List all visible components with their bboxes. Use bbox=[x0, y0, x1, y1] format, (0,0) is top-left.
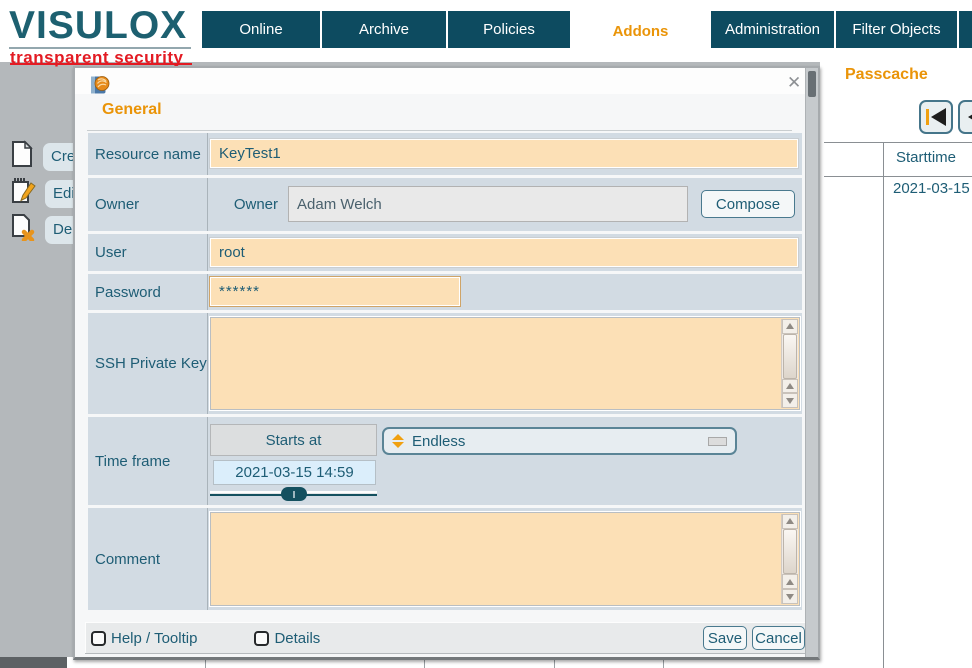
row-comment: Comment bbox=[88, 508, 802, 610]
scroll-up-button[interactable] bbox=[782, 514, 798, 529]
resource-dialog: ✕ General Resource name KeyTest1 Owner O… bbox=[73, 66, 820, 660]
scrollbar-thumb[interactable] bbox=[783, 334, 797, 379]
dialog-titlebar bbox=[75, 68, 818, 94]
resource-name-label: Resource name bbox=[88, 133, 208, 175]
comment-textarea[interactable] bbox=[210, 512, 800, 606]
endless-dropdown[interactable]: Endless bbox=[382, 427, 737, 455]
cancel-button[interactable]: Cancel bbox=[752, 626, 805, 650]
textarea-scrollbar[interactable] bbox=[781, 319, 798, 408]
row-owner: Owner Owner Adam Welch Compose bbox=[88, 178, 802, 231]
resource-name-input[interactable]: KeyTest1 bbox=[210, 139, 798, 168]
time-frame-label: Time frame bbox=[88, 417, 208, 505]
scroll-down-button[interactable] bbox=[782, 393, 798, 408]
first-page-button[interactable] bbox=[919, 100, 953, 134]
arrow-up-icon bbox=[786, 579, 794, 585]
details-label: Details bbox=[274, 630, 320, 647]
scroll-up-button[interactable] bbox=[782, 379, 798, 394]
dialog-footer: Help / Tooltip Details Save Cancel bbox=[85, 622, 807, 653]
column-header-starttime[interactable]: Starttime bbox=[896, 149, 956, 166]
scroll-up-button[interactable] bbox=[782, 574, 798, 589]
tab-policies[interactable]: Policies bbox=[448, 11, 570, 48]
owner-label: Owner bbox=[88, 178, 208, 231]
row-resource-name: Resource name KeyTest1 bbox=[88, 133, 802, 175]
owner-field[interactable]: Adam Welch bbox=[288, 186, 688, 222]
tab-addons[interactable]: Addons bbox=[572, 11, 709, 52]
dialog-scrollbar[interactable] bbox=[805, 68, 818, 657]
tab-archive[interactable]: Archive bbox=[322, 11, 446, 48]
edit-document-icon bbox=[10, 177, 36, 210]
user-input[interactable]: root bbox=[210, 238, 798, 267]
scroll-down-button[interactable] bbox=[782, 589, 798, 604]
tagline-underline bbox=[10, 63, 192, 65]
tab-online[interactable]: Online bbox=[202, 11, 320, 48]
arrow-down-icon bbox=[786, 594, 794, 600]
passcache-key-icon bbox=[89, 74, 111, 101]
delete-document-icon bbox=[10, 213, 36, 246]
arrow-up-icon bbox=[786, 518, 794, 524]
starts-at-button[interactable]: Starts at bbox=[210, 424, 377, 456]
dialog-scrollbar-thumb[interactable] bbox=[808, 71, 816, 97]
brand-tagline: transparent security bbox=[10, 48, 183, 68]
start-datetime-field[interactable]: 2021-03-15 14:59 bbox=[213, 460, 376, 485]
dialog-section-title: General bbox=[102, 101, 162, 119]
arrow-left-icon bbox=[931, 108, 946, 126]
arrow-up-icon bbox=[786, 383, 794, 389]
password-input[interactable]: ****** bbox=[210, 277, 460, 306]
row-ssh-private-key: SSH Private Key bbox=[88, 313, 802, 414]
row-user: User root bbox=[88, 234, 802, 271]
arrow-up-icon bbox=[786, 323, 794, 329]
close-icon[interactable]: ✕ bbox=[787, 73, 801, 93]
time-slider-thumb[interactable] bbox=[281, 487, 307, 501]
scroll-up-button[interactable] bbox=[782, 319, 798, 334]
table-cell-starttime: 2021-03-15 1 bbox=[893, 180, 972, 197]
tab-administration[interactable]: Administration bbox=[711, 11, 834, 48]
page-title: Passcache bbox=[845, 66, 928, 84]
comment-label: Comment bbox=[88, 508, 208, 610]
user-label: User bbox=[88, 234, 208, 271]
tab-partial[interactable] bbox=[959, 11, 972, 48]
dialog-separator bbox=[87, 130, 792, 131]
save-button[interactable]: Save bbox=[703, 626, 747, 650]
details-checkbox[interactable] bbox=[254, 631, 269, 646]
sort-diamond-icon bbox=[392, 434, 404, 448]
app-header: VISULOX transparent security Online Arch… bbox=[0, 0, 972, 62]
row-password: Password ****** bbox=[88, 274, 802, 310]
help-tooltip-label: Help / Tooltip bbox=[111, 630, 197, 647]
row-time-frame: Time frame Starts at Endless 2021-03-15 … bbox=[88, 417, 802, 505]
endless-dropdown-value: Endless bbox=[412, 433, 465, 450]
arrow-down-icon bbox=[786, 398, 794, 404]
ssh-private-key-label: SSH Private Key bbox=[88, 313, 208, 414]
arrow-left-icon bbox=[968, 108, 972, 126]
table-border bbox=[824, 176, 972, 177]
table-column-divider bbox=[883, 142, 884, 668]
owner-inner-label: Owner bbox=[216, 178, 278, 231]
brand-logo: VISULOX bbox=[9, 4, 187, 48]
textarea-scrollbar[interactable] bbox=[781, 514, 798, 604]
dropdown-grip[interactable] bbox=[708, 437, 727, 446]
password-label: Password bbox=[88, 274, 208, 310]
new-document-icon bbox=[10, 140, 34, 173]
scrollbar-thumb[interactable] bbox=[783, 529, 797, 574]
app-window: VISULOX transparent security Online Arch… bbox=[0, 0, 972, 668]
tab-filter-objects[interactable]: Filter Objects bbox=[836, 11, 957, 48]
first-page-bar bbox=[926, 109, 929, 125]
time-slider[interactable] bbox=[210, 491, 377, 496]
help-tooltip-checkbox[interactable] bbox=[91, 631, 106, 646]
table-border bbox=[824, 142, 972, 143]
prev-page-button[interactable] bbox=[958, 100, 972, 134]
ssh-private-key-textarea[interactable] bbox=[210, 317, 800, 410]
compose-button[interactable]: Compose bbox=[701, 190, 795, 218]
background-table-dark-cell bbox=[0, 657, 67, 668]
